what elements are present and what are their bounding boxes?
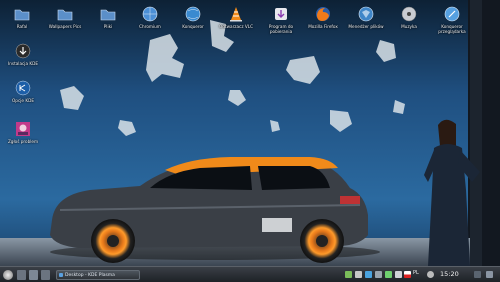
desktop: Rafal Wallpapers Pics Pliki Chromium Kon… — [0, 0, 500, 266]
wallpaper — [0, 0, 500, 266]
battery-icon[interactable] — [385, 271, 392, 278]
desktop-icon-konqueror[interactable]: Konqueror — [171, 6, 215, 29]
downloader-icon — [275, 8, 287, 20]
globe-icon — [444, 6, 460, 22]
task-button[interactable]: Desktop - KDE Plasma — [56, 270, 140, 280]
desktop-icon-vlc[interactable]: Odtwarzacz VLC — [214, 6, 258, 29]
globe-icon — [142, 6, 158, 22]
updates-icon[interactable] — [365, 271, 372, 278]
application-launcher-button[interactable] — [3, 270, 13, 280]
desktop-icon-label: Mozilla Firefox — [308, 24, 338, 29]
cashew-icon[interactable] — [486, 271, 493, 278]
desktop-icon-report[interactable]: Zgłoś problem — [1, 121, 45, 144]
clock[interactable]: 15:20 — [440, 270, 459, 278]
desktop-icon-browser[interactable]: Konqueror przeglądarka — [430, 6, 474, 34]
desktop-icon-label: Odtwarzacz VLC — [218, 24, 254, 29]
flag-icon[interactable] — [404, 271, 411, 278]
desktop-icon-kde-options[interactable]: Opcje KDE — [1, 80, 45, 103]
desktop-icon-label: Konqueror przeglądarka — [438, 24, 466, 34]
clipboard-icon[interactable] — [355, 271, 362, 278]
desktop-icon-file-manager[interactable]: Menedżer plików — [344, 6, 388, 29]
folder-icon — [57, 9, 73, 21]
disc-icon — [401, 6, 417, 22]
desktop-icon-pliki[interactable]: Pliki — [86, 6, 130, 29]
desktop-icon-label: Opcje KDE — [12, 98, 34, 103]
desktop-icon-label: Rafal — [16, 24, 28, 29]
desktop-icon-label: Chromium — [139, 24, 161, 29]
folder-icon — [100, 9, 116, 21]
desktop-icon-downloader[interactable]: Program do pobierania — [259, 6, 303, 34]
notifications-icon[interactable] — [345, 271, 352, 278]
taskbar: Desktop - KDE Plasma PL 15:20 — [0, 266, 500, 282]
desktop-icon-label: Wallpapers Pics — [48, 24, 82, 29]
desktop-icon-firefox[interactable]: Mozilla Firefox — [301, 6, 345, 29]
desktop-icon-label: Instalacja KDE — [8, 61, 38, 66]
task-button-label: Desktop - KDE Plasma — [65, 273, 115, 278]
show-desktop-button[interactable] — [17, 270, 26, 280]
desktop-icon-chromium[interactable]: Chromium — [128, 6, 172, 29]
keyboard-layout[interactable]: PL — [413, 270, 419, 276]
volume-icon[interactable] — [395, 271, 402, 278]
desktop-icon-label: Pliki — [103, 24, 113, 29]
vlc-cone-icon — [230, 7, 242, 22]
desktop-icon-label: Program do pobierania — [268, 24, 294, 34]
desktop-icon-label: Menedżer plików — [348, 24, 384, 29]
pager-desktop-2[interactable] — [41, 270, 50, 280]
desktop-icon-rafal[interactable]: Rafal — [0, 6, 44, 29]
window-icon — [59, 273, 63, 277]
network-icon[interactable] — [375, 271, 382, 278]
desktop-icon-label: Zgłoś problem — [7, 139, 39, 144]
panel-toolbox-icon[interactable] — [474, 271, 481, 278]
globe-icon — [358, 6, 374, 22]
report-icon — [16, 122, 30, 136]
desktop-icon-install[interactable]: Instalacja KDE — [1, 43, 45, 66]
desktop-icon-label: Muzyka — [401, 24, 417, 29]
power-icon[interactable] — [427, 271, 434, 278]
desktop-icon-music[interactable]: Muzyka — [387, 6, 431, 29]
folder-icon — [14, 9, 30, 21]
globe-icon — [185, 6, 201, 22]
pager-desktop-1[interactable] — [29, 270, 38, 280]
firefox-icon — [316, 7, 330, 21]
kde-icon — [15, 80, 31, 96]
desktop-icon-wallpapers[interactable]: Wallpapers Pics — [43, 6, 87, 29]
desktop-icon-label: Konqueror — [182, 24, 204, 29]
install-icon — [15, 43, 31, 59]
